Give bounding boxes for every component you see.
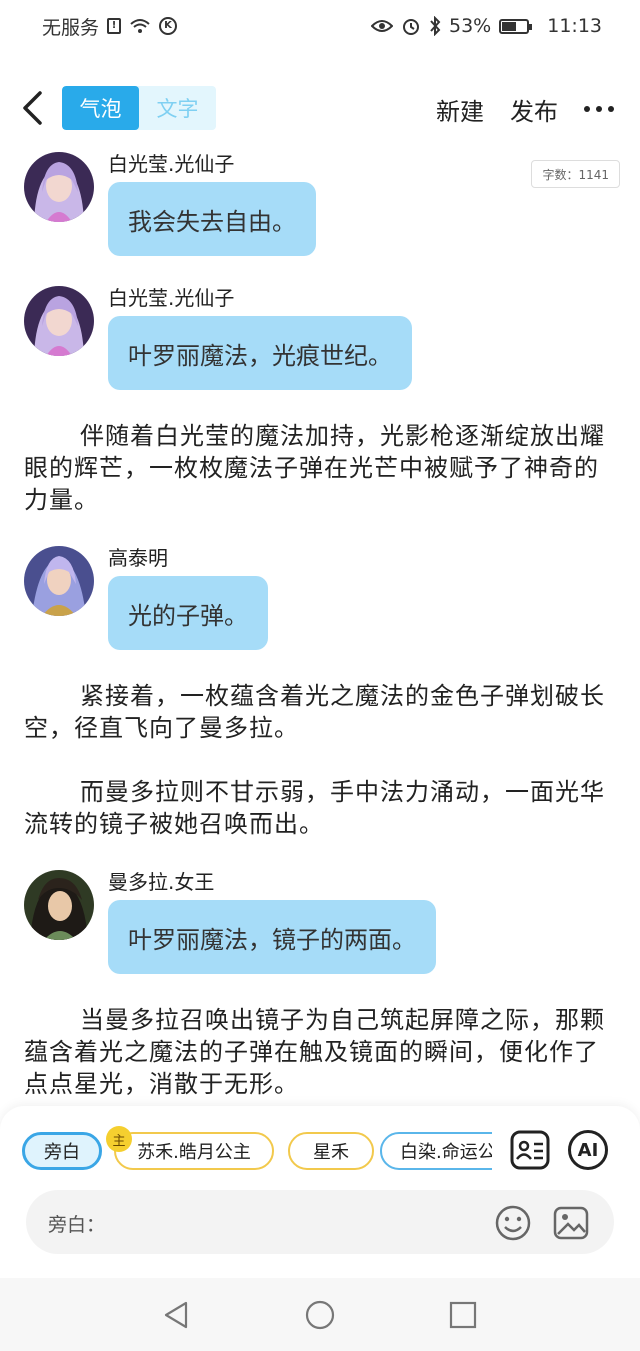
word-count-badge: 字数：1141 — [531, 160, 620, 188]
chat-message[interactable]: 曼多拉.女王 叶罗丽魔法，镜子的两面。 — [24, 870, 624, 976]
new-button[interactable]: 新建 — [436, 92, 484, 127]
system-nav-bar — [0, 1278, 640, 1351]
chat-message[interactable]: 高泰明 光的子弹。 — [24, 546, 624, 652]
message-bubble[interactable]: 光的子弹。 — [108, 576, 268, 650]
role-chip-narrator[interactable]: 旁白 — [22, 1132, 102, 1170]
image-icon[interactable] — [552, 1204, 590, 1242]
publish-button[interactable]: 发布 — [510, 92, 558, 127]
speaker-name: 曼多拉.女王 — [108, 870, 215, 894]
back-icon[interactable] — [20, 90, 46, 126]
narration-text[interactable]: 而曼多拉则不甘示弱，手中法力涌动，一面光华流转的镜子被她召唤而出。 — [24, 776, 614, 840]
eye-icon — [371, 20, 393, 32]
speaker-name: 白光莹.光仙子 — [108, 286, 235, 310]
clock-time: 11:13 — [547, 15, 602, 37]
more-icon[interactable] — [584, 106, 614, 112]
bluetooth-icon — [430, 16, 441, 36]
tab-text[interactable]: 文字 — [139, 86, 216, 130]
mode-switch: 气泡 文字 — [62, 86, 216, 130]
ai-icon[interactable]: AI — [568, 1130, 608, 1170]
app-header: 气泡 文字 新建 发布 — [0, 72, 640, 144]
avatar[interactable] — [24, 152, 94, 222]
story-content[interactable]: 字数：1141 白光莹.光仙子 我会失去自由。 白光莹.光仙子 叶罗丽魔法，光痕… — [0, 150, 640, 1105]
role-chip[interactable]: 星禾 — [288, 1132, 374, 1170]
k-app-icon: K — [159, 17, 178, 35]
narration-text[interactable]: 紧接着，一枚蕴含着光之魔法的金色子弹划破长空，径直飞向了曼多拉。 — [24, 680, 614, 744]
carrier-text: 无服务 — [42, 16, 100, 39]
message-bubble[interactable]: 叶罗丽魔法，镜子的两面。 — [108, 900, 436, 974]
input-role-label: 旁白： — [48, 1214, 106, 1236]
role-chip-list[interactable]: 旁白 苏禾.皓月公主 星禾 白染.命运公 — [22, 1132, 492, 1172]
role-chip[interactable]: 苏禾.皓月公主 — [114, 1132, 274, 1170]
tab-bubble[interactable]: 气泡 — [62, 86, 139, 130]
narration-text[interactable]: 当曼多拉召唤出镜子为自己筑起屏障之际，那颗蕴含着光之魔法的子弹在触及镜面的瞬间，… — [24, 1004, 614, 1100]
text-input[interactable]: 旁白： — [26, 1190, 614, 1254]
nav-home-icon[interactable] — [305, 1300, 335, 1330]
emoji-icon[interactable] — [494, 1204, 532, 1242]
owner-badge: 主 — [106, 1126, 132, 1152]
character-card-icon[interactable] — [510, 1130, 550, 1170]
status-right: 53% 11:13 — [371, 15, 602, 37]
avatar[interactable] — [24, 870, 94, 940]
status-left: 无服务 ! K — [42, 13, 178, 40]
status-bar: 无服务 ! K 53% 11:13 — [0, 0, 640, 52]
speaker-name: 白光莹.光仙子 — [108, 152, 235, 176]
narration-text[interactable]: 伴随着白光莹的魔法加持，光影枪逐渐绽放出耀眼的辉芒，一枚枚魔法子弹在光芒中被赋予… — [24, 420, 614, 516]
wifi-icon — [130, 19, 150, 33]
battery-icon — [499, 18, 533, 34]
avatar[interactable] — [24, 286, 94, 356]
message-bubble[interactable]: 我会失去自由。 — [108, 182, 316, 256]
role-chip[interactable]: 白染.命运公 — [380, 1132, 492, 1170]
avatar[interactable] — [24, 546, 94, 616]
speaker-name: 高泰明 — [108, 546, 168, 570]
chat-message[interactable]: 白光莹.光仙子 叶罗丽魔法，光痕世纪。 — [24, 286, 624, 392]
battery-percent: 53% — [449, 15, 492, 37]
alarm-icon — [403, 19, 419, 35]
message-bubble[interactable]: 叶罗丽魔法，光痕世纪。 — [108, 316, 412, 390]
nav-back-icon[interactable] — [162, 1300, 192, 1330]
nav-recents-icon[interactable] — [448, 1300, 478, 1330]
composer-panel: 旁白 苏禾.皓月公主 星禾 白染.命运公 AI 旁白： — [0, 1106, 640, 1278]
sim-alert-icon: ! — [107, 18, 122, 34]
